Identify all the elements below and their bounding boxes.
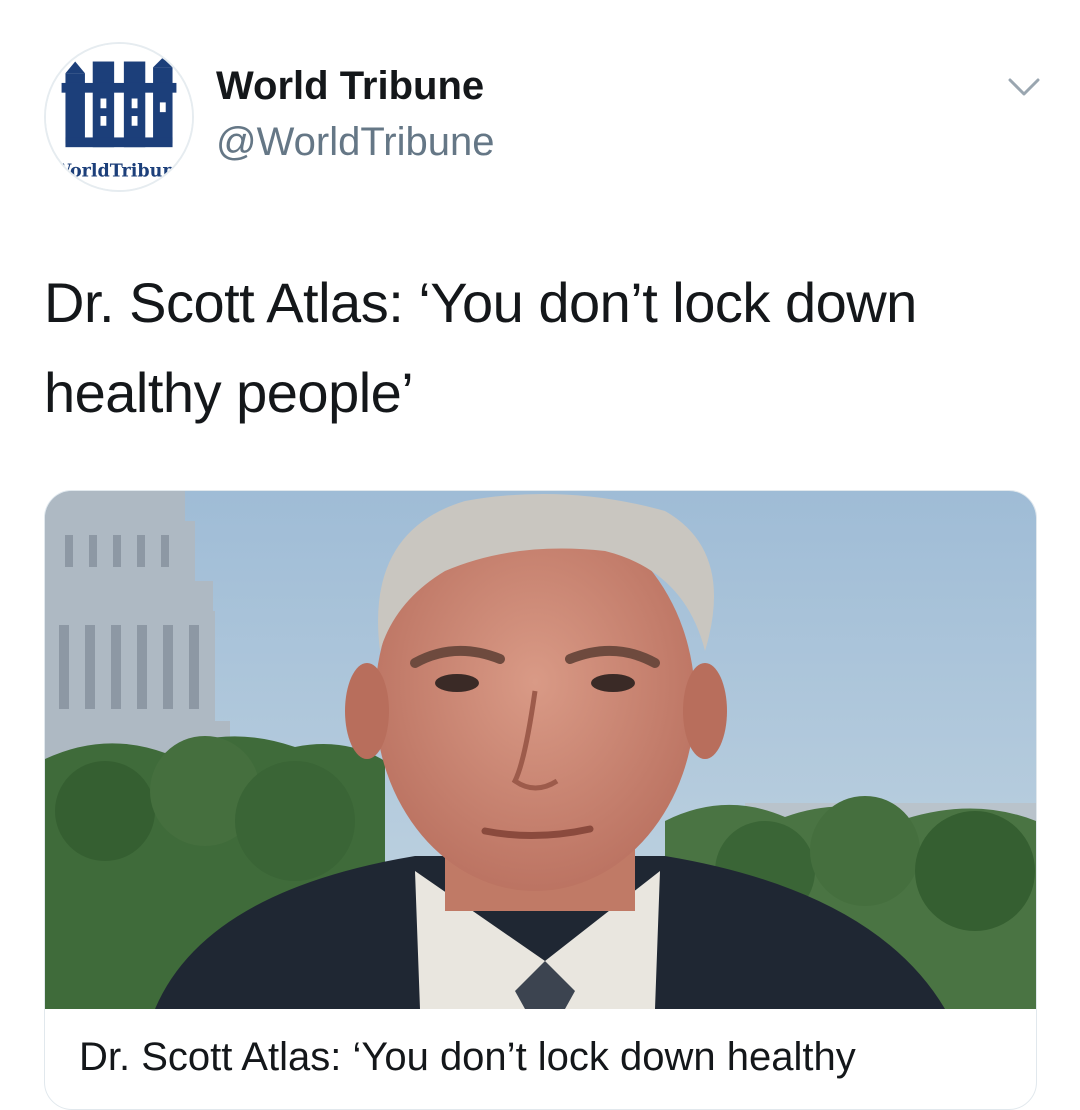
chevron-down-icon[interactable] bbox=[1004, 70, 1044, 104]
account-avatar[interactable]: WorldTribune bbox=[44, 42, 194, 192]
link-card[interactable]: Dr. Scott Atlas: ‘You don’t lock down he… bbox=[44, 490, 1037, 1110]
article-photo-icon bbox=[45, 491, 1036, 1009]
svg-text:WorldTribune: WorldTribune bbox=[51, 161, 187, 181]
card-image[interactable] bbox=[45, 491, 1036, 1009]
card-title[interactable]: Dr. Scott Atlas: ‘You don’t lock down he… bbox=[79, 1035, 856, 1080]
display-name[interactable]: World Tribune bbox=[216, 64, 484, 109]
account-handle[interactable]: @WorldTribune bbox=[216, 120, 494, 165]
world-tribune-logo-icon: WorldTribune bbox=[46, 44, 192, 190]
tweet-text: Dr. Scott Atlas: ‘You don’t lock down he… bbox=[44, 271, 917, 424]
